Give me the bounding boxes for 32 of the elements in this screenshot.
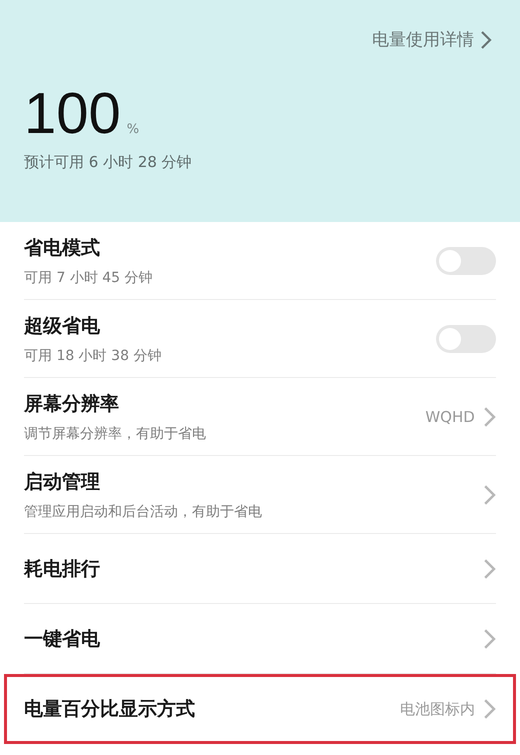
chevron-right-icon — [482, 484, 496, 506]
setting-title: 电量百分比显示方式 — [24, 697, 196, 722]
setting-row[interactable]: 耗电排行 — [24, 534, 496, 604]
setting-title: 一键省电 — [24, 626, 101, 652]
setting-description: 可用 7 小时 45 分钟 — [24, 268, 154, 286]
setting-title: 屏幕分辨率 — [24, 392, 120, 416]
setting-description: 可用 18 小时 38 分钟 — [24, 346, 162, 364]
setting-title: 启动管理 — [24, 470, 101, 494]
setting-title: 超级省电 — [24, 314, 101, 338]
setting-description: 管理应用启动和后台活动，有助于省电 — [24, 502, 263, 520]
setting-title: 省电模式 — [24, 236, 101, 260]
setting-row[interactable]: 屏幕分辨率 调节屏幕分辨率，有助于省电 WQHD — [24, 378, 496, 456]
chevron-right-icon — [482, 628, 496, 650]
toggle-switch[interactable] — [436, 324, 496, 352]
setting-description: 调节屏幕分辨率，有助于省电 — [24, 424, 207, 442]
setting-row[interactable]: 一键省电 — [24, 604, 496, 674]
setting-title: 耗电排行 — [24, 556, 101, 582]
setting-value: 电池图标内 — [400, 700, 475, 718]
setting-row[interactable]: 省电模式 可用 7 小时 45 分钟 — [24, 222, 496, 300]
highlighted-setting-row[interactable]: 电量百分比显示方式 电池图标内 — [4, 674, 516, 744]
chevron-right-icon — [482, 406, 496, 428]
toggle-switch[interactable] — [436, 246, 496, 274]
battery-percent: 100 — [24, 85, 121, 143]
chevron-right-icon — [480, 30, 492, 50]
setting-row[interactable]: 启动管理 管理应用启动和后台活动，有助于省电 — [24, 456, 496, 534]
chevron-right-icon — [482, 558, 496, 580]
percent-unit: % — [126, 122, 140, 137]
chevron-right-icon — [482, 698, 496, 720]
setting-row[interactable]: 超级省电 可用 18 小时 38 分钟 — [24, 300, 496, 378]
remaining-time-estimate: 预计可用 6 小时 28 分钟 — [24, 153, 193, 172]
setting-value: WQHD — [425, 408, 475, 426]
usage-details-link[interactable]: 电量使用详情 — [372, 28, 492, 51]
